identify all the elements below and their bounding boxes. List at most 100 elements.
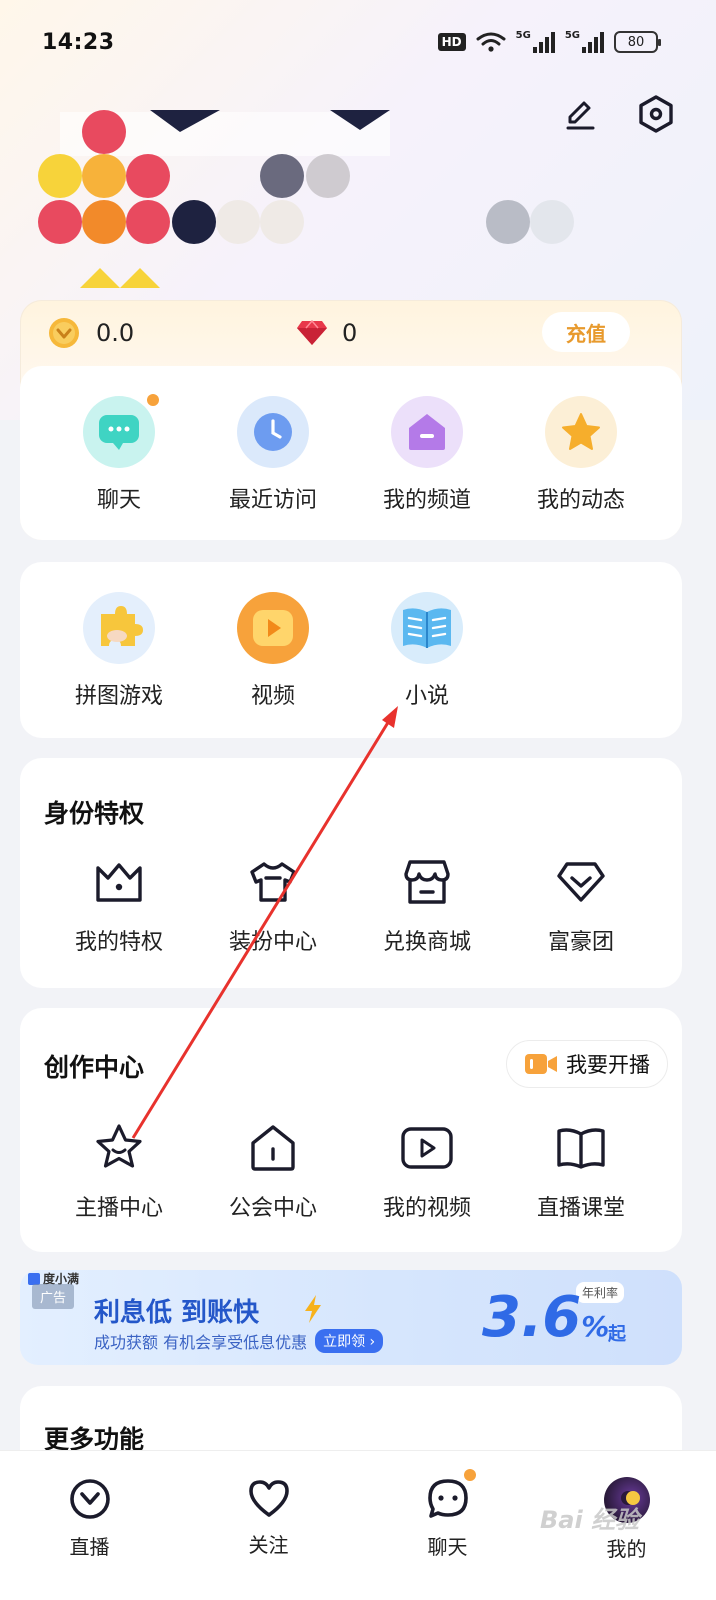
watermark: Bai 经验 — [540, 1506, 640, 1534]
creator-label: 主播中心 — [74, 1196, 163, 1221]
quick-action-label: 我的频道 — [382, 488, 471, 513]
quick-action-channel[interactable]: 我的频道 — [350, 396, 504, 514]
tab-follow[interactable]: 关注 — [179, 1451, 358, 1600]
star-icon — [545, 396, 617, 468]
network-type-1: 5G — [515, 30, 531, 41]
ad-rate-suffix: 起 — [608, 1324, 626, 1345]
guild-house-icon — [245, 1120, 301, 1176]
quick-action-label: 最近访问 — [228, 488, 317, 513]
app-novel[interactable]: 小说 — [350, 592, 504, 710]
ad-rate-unit: % — [581, 1310, 610, 1343]
unread-dot — [464, 1469, 476, 1481]
wallet-row: 0.0 0 充值 — [20, 300, 682, 366]
diamond-icon — [553, 854, 609, 910]
creator-card: 创作中心 我要开播 主播中心 公会中心 我的视频 直播课堂 — [20, 1008, 682, 1252]
creator-my-videos[interactable]: 我的视频 — [350, 1120, 504, 1222]
quick-action-label: 我的动态 — [536, 488, 625, 513]
ad-tag: 广告 — [32, 1284, 75, 1309]
app-label: 小说 — [404, 684, 449, 709]
my-video-icon — [399, 1120, 455, 1176]
identity-label: 兑换商城 — [382, 930, 471, 955]
tab-label: 我的 — [606, 1537, 647, 1561]
app-label: 视频 — [250, 684, 295, 709]
creator-anchor-center[interactable]: 主播中心 — [42, 1120, 196, 1222]
ad-rate-value: 3.6 — [482, 1285, 582, 1350]
book-icon — [391, 592, 463, 664]
quick-actions-grid: 聊天 最近访问 我的频道 我的动态 — [20, 394, 682, 514]
tab-chat[interactable]: 聊天 — [358, 1451, 537, 1600]
ad-rate: 3.6% — [482, 1286, 609, 1359]
identity-label: 装扮中心 — [228, 930, 317, 955]
brand-logo-icon — [28, 1272, 40, 1285]
hd-icon: HD — [437, 33, 466, 51]
identity-label: 我的特权 — [74, 930, 163, 955]
profile-mosaic — [38, 110, 574, 288]
anchor-star-icon — [91, 1120, 147, 1176]
chat-bubble-icon — [83, 394, 159, 468]
signal-5g-icon-2: 5G — [565, 31, 604, 53]
app-video[interactable]: 视频 — [196, 592, 350, 710]
live-tab-icon — [69, 1479, 110, 1519]
puzzle-icon — [83, 592, 155, 664]
identity-label: 富豪团 — [547, 930, 614, 955]
channel-home-icon — [391, 396, 463, 468]
status-icons: HD 5G 5G 80 — [437, 31, 661, 53]
status-time: 14:23 — [42, 29, 115, 55]
unread-dot — [147, 394, 159, 406]
recharge-button[interactable]: 充值 — [542, 312, 630, 352]
apps-grid: 拼图游戏 视频 小说 — [20, 592, 682, 710]
video-play-icon — [237, 592, 309, 664]
quick-action-moments[interactable]: 我的动态 — [504, 396, 658, 514]
quick-action-recent[interactable]: 最近访问 — [196, 396, 350, 514]
network-type-2: 5G — [564, 30, 580, 41]
wifi-icon — [476, 32, 506, 52]
app-puzzle-game[interactable]: 拼图游戏 — [42, 592, 196, 710]
creator-label: 公会中心 — [228, 1196, 317, 1221]
ad-headline: 利息低 到账快 — [94, 1298, 260, 1328]
identity-grid: 我的特权 装扮中心 兑换商城 富豪团 — [20, 854, 682, 956]
coin-icon — [49, 318, 79, 348]
section-title-creator: 创作中心 — [44, 1053, 145, 1082]
tab-label: 关注 — [248, 1533, 289, 1557]
identity-card: 身份特权 我的特权 装扮中心 兑换商城 富豪团 — [20, 758, 682, 988]
heart-icon — [248, 1480, 289, 1517]
signal-5g-icon: 5G — [516, 31, 555, 53]
app-label: 拼图游戏 — [74, 684, 163, 709]
identity-rich-club[interactable]: 富豪团 — [504, 854, 658, 956]
ad-subline: 成功获额 有机会享受低息优惠 立即领 › — [94, 1329, 384, 1353]
creator-label: 我的视频 — [382, 1196, 471, 1221]
settings-button[interactable] — [634, 92, 678, 136]
identity-exchange-store[interactable]: 兑换商城 — [350, 854, 504, 956]
creator-grid: 主播中心 公会中心 我的视频 直播课堂 — [20, 1120, 682, 1222]
tab-label: 直播 — [69, 1535, 110, 1559]
quick-action-chat[interactable]: 聊天 — [42, 394, 196, 514]
go-live-button[interactable]: 我要开播 — [506, 1040, 668, 1088]
chat-tab-icon — [427, 1479, 468, 1518]
camera-icon — [525, 1054, 557, 1074]
gem-balance: 0 — [342, 319, 358, 347]
ad-banner[interactable]: 度小满 广告 利息低 到账快 成功获额 有机会享受低息优惠 立即领 › 年利率 … — [20, 1270, 682, 1365]
tab-label: 聊天 — [427, 1535, 468, 1559]
tshirt-icon — [245, 854, 301, 910]
apps-card: 拼图游戏 视频 小说 — [20, 562, 682, 738]
coin-balance: 0.0 — [96, 319, 135, 347]
creator-guild-center[interactable]: 公会中心 — [196, 1120, 350, 1222]
battery-icon: 80 — [614, 31, 661, 53]
ad-subline-text: 成功获额 有机会享受低息优惠 — [94, 1333, 308, 1352]
crown-icon — [91, 854, 147, 910]
creator-label: 直播课堂 — [536, 1196, 625, 1221]
gem-icon — [297, 320, 327, 345]
quick-actions-panel: 聊天 最近访问 我的频道 我的动态 — [20, 366, 682, 540]
tab-live[interactable]: 直播 — [0, 1451, 179, 1600]
clock-icon — [237, 396, 309, 468]
open-book-icon — [553, 1120, 609, 1176]
identity-dressup-center[interactable]: 装扮中心 — [196, 854, 350, 956]
store-icon — [399, 854, 455, 910]
lightning-icon — [305, 1295, 321, 1323]
creator-live-class[interactable]: 直播课堂 — [504, 1120, 658, 1222]
section-title-identity: 身份特权 — [44, 799, 145, 828]
identity-my-privilege[interactable]: 我的特权 — [42, 854, 196, 956]
hexagon-settings-icon — [639, 95, 673, 133]
ad-cta-button[interactable]: 立即领 › — [315, 1329, 384, 1353]
go-live-label: 我要开播 — [566, 1053, 650, 1077]
